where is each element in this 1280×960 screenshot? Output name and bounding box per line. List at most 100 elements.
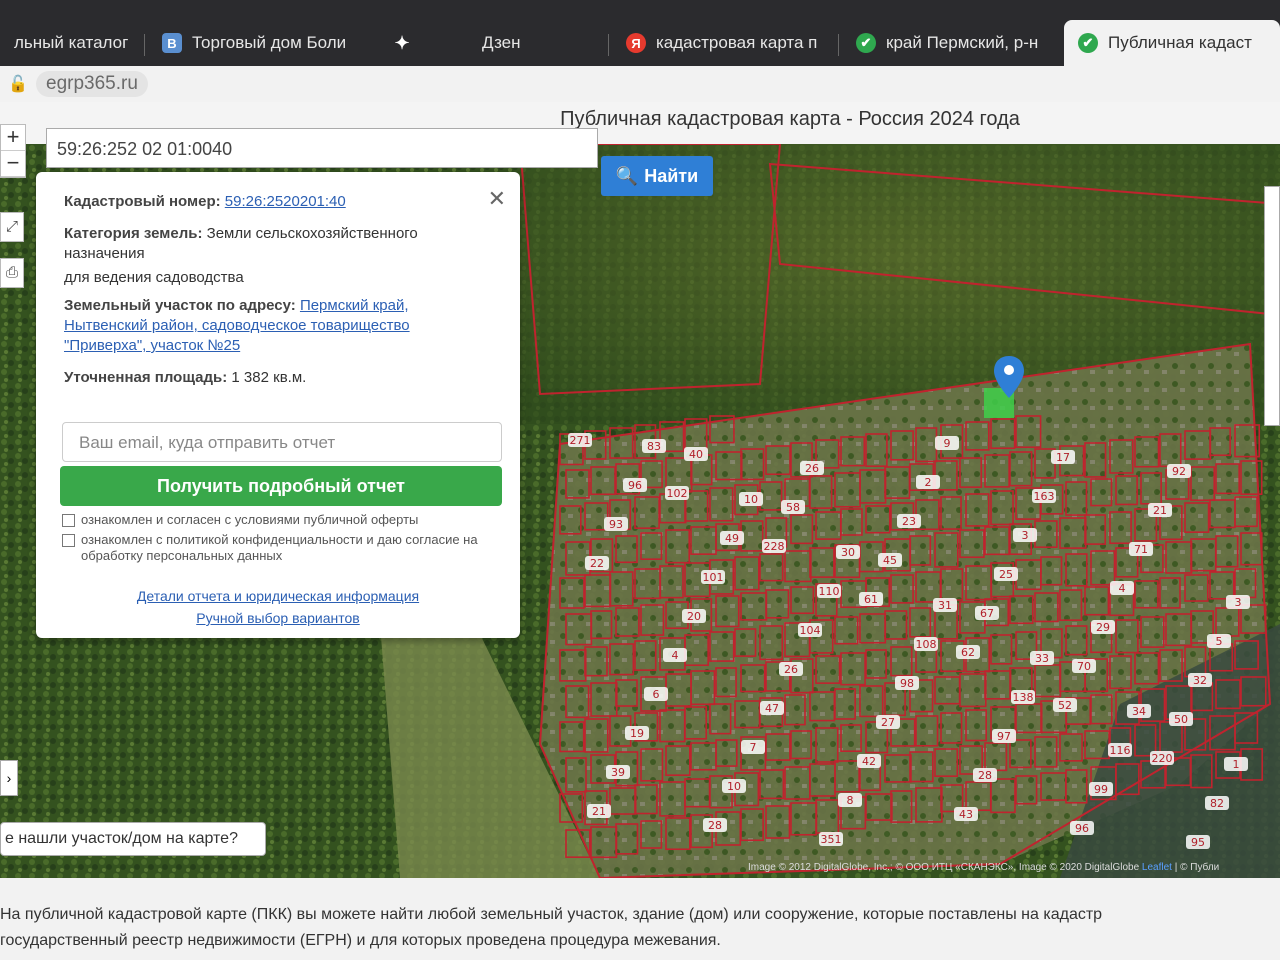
lock-icon[interactable]: 🔓 bbox=[8, 74, 28, 94]
layer-control[interactable] bbox=[1264, 186, 1280, 426]
parcel-number-label: 2 bbox=[925, 476, 932, 489]
print-icon[interactable]: ⎙ bbox=[0, 258, 24, 288]
description-line-1: На публичной кадастровой карте (ПКК) вы … bbox=[0, 906, 1103, 923]
offer-agreement-label: ознакомлен и согласен с условиями публич… bbox=[81, 512, 419, 527]
address-row: Земельный участок по адресу: Пермский кр… bbox=[64, 296, 496, 356]
leaflet-link[interactable]: Leaflet bbox=[1142, 862, 1172, 873]
expand-arrow-icon[interactable]: › bbox=[0, 760, 18, 796]
parcel-number-label: 3 bbox=[1022, 529, 1029, 542]
fullscreen-icon[interactable]: ⤢ bbox=[0, 212, 24, 242]
parcel-number-label: 82 bbox=[1210, 797, 1224, 810]
tab-torgovy-dom[interactable]: В Торговый дом Боли bbox=[148, 20, 366, 66]
parcel-number-label: 3 bbox=[1235, 596, 1242, 609]
tab-label: кадастровая карта п bbox=[656, 33, 818, 52]
page-description: На публичной кадастровой карте (ПКК) вы … bbox=[0, 878, 1280, 960]
address-bar[interactable]: egrp365.ru bbox=[36, 71, 148, 97]
parcel-number-label: 62 bbox=[961, 646, 975, 659]
tab-sparkle[interactable]: ✦ bbox=[378, 20, 428, 66]
details-link-row: Детали отчета и юридическая информация bbox=[36, 588, 520, 604]
tab-label: Торговый дом Боли bbox=[192, 33, 347, 52]
parcel-number-label: 23 bbox=[902, 515, 916, 528]
cadastral-search-input[interactable]: 59:26:252 02 01:0040 bbox=[46, 128, 598, 168]
zoom-in-button[interactable]: + bbox=[1, 125, 25, 151]
parcel-number-label: 25 bbox=[999, 568, 1013, 581]
parcel-number-label: 20 bbox=[687, 610, 701, 623]
parcel-number-label: 271 bbox=[570, 434, 591, 447]
tab-label: льный каталог bbox=[14, 33, 129, 52]
tab-public-cadastral[interactable]: ✔ Публичная кадаст bbox=[1064, 20, 1280, 66]
yandex-icon: Я bbox=[626, 33, 646, 53]
area-value: 1 382 кв.м. bbox=[231, 369, 307, 386]
tab-label: Дзен bbox=[482, 33, 521, 52]
parcel-number-label: 99 bbox=[1094, 783, 1108, 796]
parcel-number-label: 92 bbox=[1172, 465, 1186, 478]
parcel-number-label: 47 bbox=[765, 702, 779, 715]
parcel-number-label: 108 bbox=[916, 638, 937, 651]
privacy-checkbox[interactable] bbox=[62, 534, 75, 547]
parcel-number-label: 50 bbox=[1174, 713, 1188, 726]
parcel-number-label: 10 bbox=[744, 493, 758, 506]
tab-yandex-cadastral[interactable]: Я кадастровая карта п bbox=[612, 20, 834, 66]
tab-catalog[interactable]: льный каталог bbox=[0, 20, 140, 66]
parcel-number-label: 61 bbox=[864, 593, 878, 606]
offer-checkbox[interactable] bbox=[62, 514, 75, 527]
parcel-number-label: 104 bbox=[800, 624, 821, 637]
parcel-number-label: 39 bbox=[611, 766, 625, 779]
find-button-label: Найти bbox=[644, 165, 699, 186]
parcel-number-label: 29 bbox=[1096, 621, 1110, 634]
parcel-number-label: 220 bbox=[1152, 752, 1173, 765]
parcel-number-label: 32 bbox=[1193, 674, 1207, 687]
parcel-number-label: 27 bbox=[881, 716, 895, 729]
tab-perm-krai[interactable]: ✔ край Пермский, р-н bbox=[842, 20, 1056, 66]
parcel-number-label: 40 bbox=[689, 448, 703, 461]
parcel-number-label: 96 bbox=[1075, 822, 1089, 835]
parcel-number-label: 4 bbox=[1119, 582, 1126, 595]
parcel-number-label: 6 bbox=[653, 688, 660, 701]
parcel-number-label: 45 bbox=[883, 554, 897, 567]
browser-tab-bar: льный каталог В Торговый дом Боли ✦ Дзен… bbox=[0, 0, 1280, 66]
cadastral-number-row: Кадастровый номер: 59:26:2520201:40 bbox=[64, 192, 496, 212]
parcel-number-label: 95 bbox=[1191, 836, 1205, 849]
address-label: Земельный участок по адресу: bbox=[64, 297, 296, 314]
green-check-icon: ✔ bbox=[1078, 33, 1098, 53]
zoom-out-button[interactable]: − bbox=[1, 151, 25, 177]
parcel-number-label: 21 bbox=[592, 805, 606, 818]
parcel-number-label: 58 bbox=[786, 501, 800, 514]
parcel-number-label: 30 bbox=[841, 546, 855, 559]
email-input[interactable]: Ваш email, куда отправить отчет bbox=[62, 422, 502, 462]
details-link[interactable]: Детали отчета и юридическая информация bbox=[137, 588, 419, 604]
parcel-number-label: 9 bbox=[944, 437, 951, 450]
land-use-value: для ведения садоводства bbox=[64, 269, 244, 286]
parcel-number-label: 163 bbox=[1034, 490, 1055, 503]
get-report-button[interactable]: Получить подробный отчет bbox=[60, 466, 502, 506]
privacy-agreement[interactable]: ознакомлен с политикой конфиденциальност… bbox=[62, 532, 492, 564]
parcel-number-label: 71 bbox=[1134, 543, 1148, 556]
parcel-number-label: 28 bbox=[978, 769, 992, 782]
tab-dzen[interactable]: Дзен bbox=[450, 20, 600, 66]
tab-label: Публичная кадаст bbox=[1108, 33, 1252, 52]
manual-selection-link[interactable]: Ручной выбор вариантов bbox=[196, 610, 360, 626]
attribution-right: | © Публи bbox=[1174, 862, 1220, 873]
parcel-info-popup: ✕ Кадастровый номер: 59:26:2520201:40 Ка… bbox=[36, 172, 520, 638]
parcel-number-label: 33 bbox=[1035, 652, 1049, 665]
privacy-agreement-label: ознакомлен с политикой конфиденциальност… bbox=[81, 532, 478, 563]
parcel-number-label: 42 bbox=[862, 755, 876, 768]
parcel-number-label: 4 bbox=[672, 649, 679, 662]
green-check-icon: ✔ bbox=[856, 33, 876, 53]
find-button[interactable]: 🔍 Найти bbox=[601, 156, 713, 196]
parcel-number-label: 138 bbox=[1013, 691, 1034, 704]
not-found-on-map-button[interactable]: е нашли участок/дом на карте? bbox=[0, 822, 266, 856]
cadastral-number-link[interactable]: 59:26:2520201:40 bbox=[225, 193, 346, 210]
area-label: Уточненная площадь: bbox=[64, 369, 228, 386]
offer-agreement[interactable]: ознакомлен и согласен с условиями публич… bbox=[62, 512, 418, 528]
parcel-number-label: 43 bbox=[959, 808, 973, 821]
parcel-number-label: 17 bbox=[1056, 451, 1070, 464]
parcel-number-label: 102 bbox=[667, 487, 688, 500]
parcel-number-label: 7 bbox=[750, 741, 757, 754]
description-line-2: государственный реестр недвижимости (ЕГР… bbox=[0, 932, 721, 949]
parcel-number-label: 1 bbox=[1233, 758, 1240, 771]
location-pin-icon[interactable] bbox=[994, 356, 1024, 398]
parcel-number-label: 93 bbox=[609, 518, 623, 531]
parcel-number-label: 52 bbox=[1058, 699, 1072, 712]
parcel-number-label: 8 bbox=[847, 794, 854, 807]
